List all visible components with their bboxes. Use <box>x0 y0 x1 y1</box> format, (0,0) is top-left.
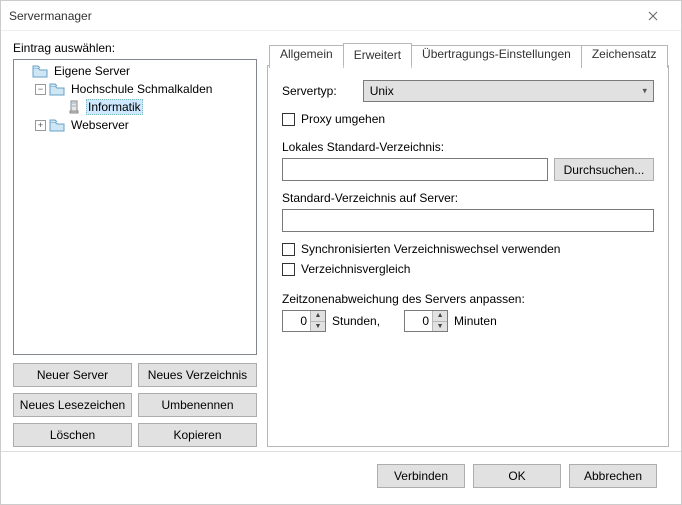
close-button[interactable] <box>633 2 673 30</box>
connect-button[interactable]: Verbinden <box>377 464 465 488</box>
rename-button[interactable]: Umbenennen <box>138 393 257 417</box>
folder-icon <box>32 64 48 78</box>
folder-icon <box>49 82 65 96</box>
proxy-bypass-checkbox[interactable] <box>282 113 295 126</box>
dir-compare-checkbox[interactable] <box>282 263 295 276</box>
tree-item-webserver[interactable]: + Webserver <box>14 116 256 134</box>
left-buttons: Neuer Server Neues Verzeichnis Neues Les… <box>13 363 257 447</box>
tree-item-label: Webserver <box>69 118 131 132</box>
tab-charset[interactable]: Zeichensatz <box>581 45 668 68</box>
tab-general[interactable]: Allgemein <box>269 45 344 68</box>
collapse-icon[interactable]: − <box>35 84 46 95</box>
server-tree[interactable]: Eigene Server − Hochschule Schmalkalden <box>13 59 257 355</box>
footer: Verbinden OK Abbrechen <box>13 452 669 492</box>
servertype-select[interactable]: Unix ▾ <box>363 80 654 102</box>
window-title: Servermanager <box>9 9 633 23</box>
servertype-value: Unix <box>370 84 394 98</box>
tree-item-label: Informatik <box>86 99 143 115</box>
tab-transfer[interactable]: Übertragungs-Einstellungen <box>411 45 582 68</box>
right-pane: Allgemein Erweitert Übertragungs-Einstel… <box>267 41 669 447</box>
titlebar: Servermanager <box>1 1 681 31</box>
browse-button[interactable]: Durchsuchen... <box>554 158 654 181</box>
minutes-up-button[interactable]: ▲ <box>433 311 447 322</box>
delete-button[interactable]: Löschen <box>13 423 132 447</box>
chevron-down-icon: ▾ <box>642 86 647 97</box>
hours-up-button[interactable]: ▲ <box>311 311 325 322</box>
tree-item-hochschule[interactable]: − Hochschule Schmalkalden <box>14 80 256 98</box>
minutes-down-button[interactable]: ▼ <box>433 322 447 332</box>
tabs: Allgemein Erweitert Übertragungs-Einstel… <box>269 43 667 66</box>
minutes-label: Minuten <box>454 314 497 328</box>
copy-button[interactable]: Kopieren <box>138 423 257 447</box>
sync-browse-checkbox[interactable] <box>282 243 295 256</box>
expand-icon[interactable]: + <box>35 120 46 131</box>
hours-down-button[interactable]: ▼ <box>311 322 325 332</box>
twisty-none <box>18 66 29 77</box>
minutes-value: 0 <box>405 311 432 331</box>
cancel-button[interactable]: Abbrechen <box>569 464 657 488</box>
servertype-label: Servertyp: <box>282 84 337 98</box>
ok-button[interactable]: OK <box>473 464 561 488</box>
server-icon <box>66 100 82 114</box>
proxy-bypass-label: Proxy umgehen <box>301 112 385 126</box>
hours-value: 0 <box>283 311 310 331</box>
left-pane: Eintrag auswählen: Eigene Server − <box>13 41 257 447</box>
hours-spinner[interactable]: 0 ▲ ▼ <box>282 310 326 332</box>
window: Servermanager Eintrag auswählen: Eigene … <box>0 0 682 505</box>
tree-item-label: Hochschule Schmalkalden <box>69 82 214 96</box>
timezone-label: Zeitzonenabweichung des Servers anpassen… <box>282 292 654 306</box>
sync-browse-label: Synchronisierten Verzeichniswechsel verw… <box>301 242 560 256</box>
hours-label: Stunden, <box>332 314 380 328</box>
remote-dir-input[interactable] <box>282 209 654 232</box>
new-directory-button[interactable]: Neues Verzeichnis <box>138 363 257 387</box>
remote-dir-label: Standard-Verzeichnis auf Server: <box>282 191 654 205</box>
folder-icon <box>49 118 65 132</box>
tab-advanced[interactable]: Erweitert <box>343 43 412 67</box>
new-bookmark-button[interactable]: Neues Lesezeichen <box>13 393 132 417</box>
local-dir-label: Lokales Standard-Verzeichnis: <box>282 140 654 154</box>
close-icon <box>648 11 658 21</box>
tree-label: Eintrag auswählen: <box>13 41 257 55</box>
tree-item-informatik[interactable]: Informatik <box>14 98 256 116</box>
minutes-spinner[interactable]: 0 ▲ ▼ <box>404 310 448 332</box>
tree-root[interactable]: Eigene Server <box>14 62 256 80</box>
twisty-none <box>52 102 63 113</box>
dir-compare-label: Verzeichnisvergleich <box>301 262 410 276</box>
advanced-panel: Servertyp: Unix ▾ Proxy umgehen Lokales … <box>267 65 669 447</box>
tree-root-label: Eigene Server <box>52 64 132 78</box>
local-dir-input[interactable] <box>282 158 548 181</box>
new-server-button[interactable]: Neuer Server <box>13 363 132 387</box>
